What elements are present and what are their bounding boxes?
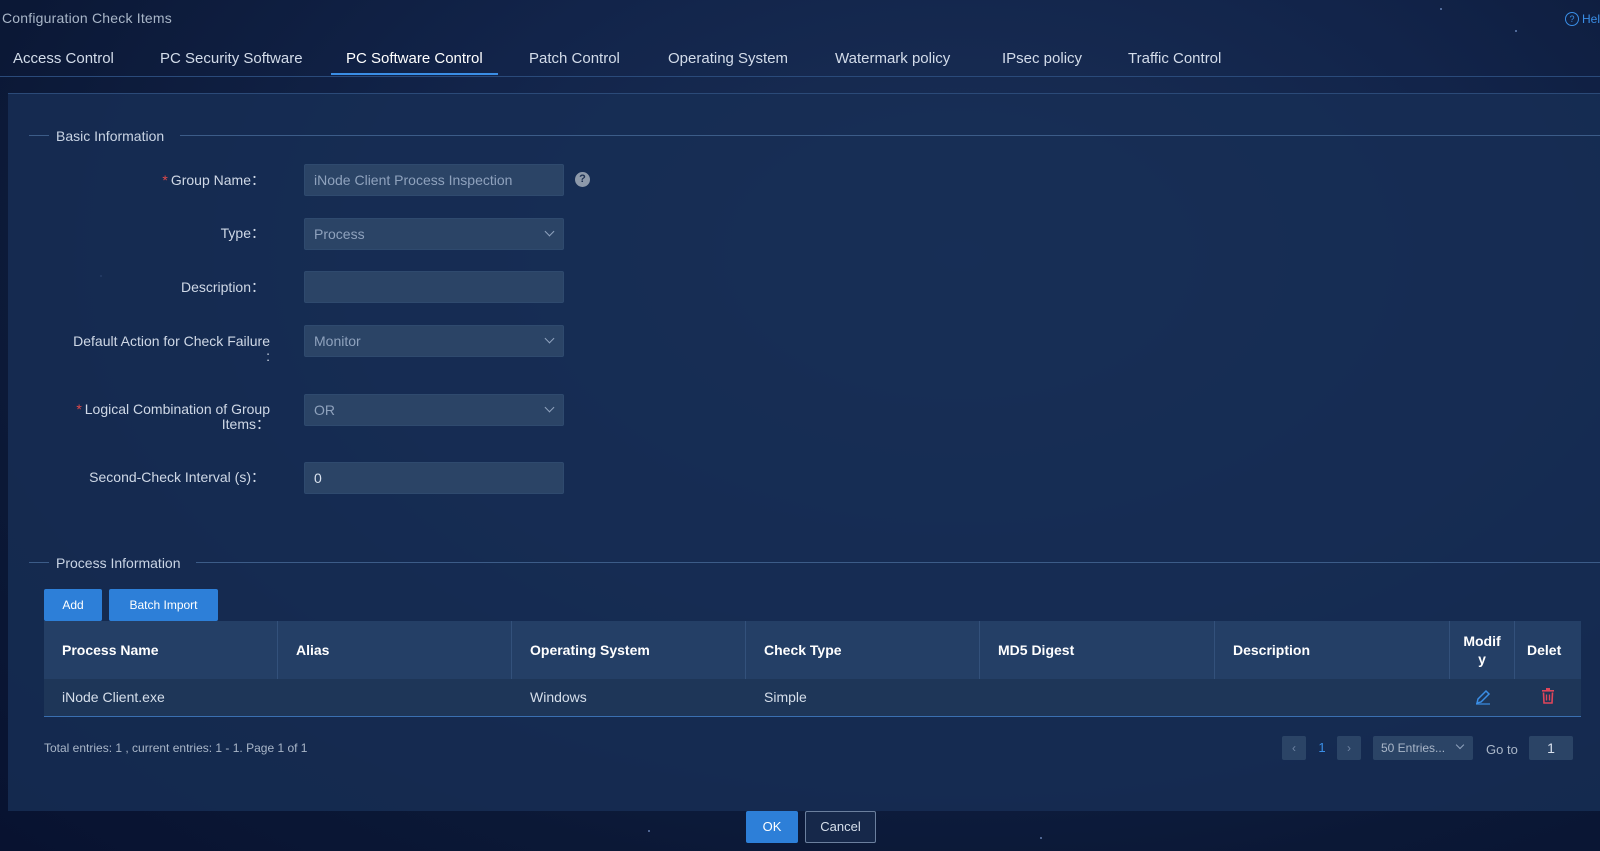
type-select[interactable]: Process — [304, 218, 564, 250]
label-colon: ： — [256, 416, 270, 432]
second-check-input[interactable]: 0 — [304, 462, 564, 494]
section-divider — [29, 562, 49, 563]
chevron-down-icon — [1455, 740, 1465, 750]
batch-import-button[interactable]: Batch Import — [109, 589, 218, 621]
cell-operating-system: Windows — [530, 689, 587, 705]
tab-bar: Access Control PC Security Software PC S… — [0, 40, 1600, 77]
section-title-process-information: Process Information — [56, 555, 181, 571]
label-colon: ： — [251, 279, 265, 295]
column-header-alias[interactable]: Alias — [278, 621, 512, 679]
description-label: Description： — [40, 280, 265, 295]
column-header-modify[interactable]: Modif y — [1450, 621, 1515, 679]
label-colon: ： — [251, 172, 265, 188]
column-header-check-type[interactable]: Check Type — [746, 621, 980, 679]
trash-icon-svg — [1542, 688, 1554, 704]
background-star — [1440, 8, 1442, 10]
column-header-process-name[interactable]: Process Name — [44, 621, 278, 679]
default-action-label-line1: Default Action for Check Failure — [73, 333, 270, 349]
default-action-select-value: Monitor — [314, 333, 361, 349]
default-action-select[interactable]: Monitor — [304, 325, 564, 357]
label-colon: ： — [251, 469, 265, 485]
logical-combination-select-value: OR — [314, 402, 335, 418]
default-action-label: Default Action for Check Failure: — [45, 334, 270, 364]
cell-check-type: Simple — [764, 689, 807, 705]
question-circle-icon: ? — [1565, 12, 1579, 26]
type-select-value: Process — [314, 226, 365, 242]
section-title-basic-information: Basic Information — [56, 128, 165, 144]
group-name-label-text: Group Name — [170, 172, 251, 188]
description-label-text: Description — [180, 279, 251, 295]
description-input[interactable] — [304, 271, 564, 303]
cell-process-name: iNode Client.exe — [62, 689, 165, 705]
tab-ipsec-policy[interactable]: IPsec policy — [1002, 50, 1082, 67]
column-header-md5-digest[interactable]: MD5 Digest — [980, 621, 1215, 679]
logical-combination-label-line2: Items — [221, 416, 256, 432]
column-header-operating-system[interactable]: Operating System — [512, 621, 746, 679]
chevron-down-icon — [544, 226, 555, 237]
pencil-icon[interactable] — [1475, 689, 1491, 710]
section-divider — [29, 135, 49, 136]
tab-patch-control[interactable]: Patch Control — [529, 50, 620, 67]
background-star — [1515, 30, 1517, 32]
tab-watermark-policy[interactable]: Watermark policy — [835, 50, 950, 67]
chevron-down-icon — [544, 402, 555, 413]
goto-label: Go to — [1486, 742, 1518, 757]
question-icon[interactable]: ? — [575, 172, 590, 187]
default-action-label-line2: : — [266, 348, 270, 364]
pagination-summary: Total entries: 1 , current entries: 1 - … — [44, 741, 308, 755]
table-row: iNode Client.exe Windows Simple — [44, 679, 1581, 717]
logical-combination-select[interactable]: OR — [304, 394, 564, 426]
page-number-current[interactable]: 1 — [1313, 736, 1331, 760]
chevron-left-icon[interactable]: ‹ — [1282, 736, 1306, 760]
tab-traffic-control[interactable]: Traffic Control — [1128, 50, 1221, 67]
label-colon: ： — [251, 225, 265, 241]
chevron-right-icon[interactable]: › — [1337, 736, 1361, 760]
background-star — [648, 830, 650, 832]
section-divider — [196, 562, 1600, 563]
cancel-button[interactable]: Cancel — [805, 811, 876, 843]
trash-icon[interactable] — [1541, 688, 1555, 709]
cell-md5-digest — [980, 679, 1215, 716]
tab-access-control[interactable]: Access Control — [13, 50, 114, 67]
chevron-down-icon — [544, 333, 555, 344]
help-label: Hel — [1582, 12, 1600, 26]
goto-page-input[interactable]: 1 — [1529, 736, 1573, 760]
cell-description — [1215, 679, 1450, 716]
pencil-icon-svg — [1475, 689, 1491, 705]
cell-alias — [278, 679, 512, 716]
type-label-text: Type — [220, 225, 251, 241]
tab-operating-system[interactable]: Operating System — [668, 50, 788, 67]
active-tab-indicator — [331, 73, 498, 75]
logical-combination-label-line1: Logical Combination of Group — [84, 401, 270, 417]
page-size-select[interactable]: 50 Entries... — [1373, 736, 1473, 760]
section-divider — [180, 135, 1600, 136]
second-check-label-text: Second-Check Interval (s) — [89, 469, 251, 485]
type-label: Type： — [40, 226, 265, 241]
help-link[interactable]: ? Hel — [1565, 12, 1600, 26]
required-asterisk: * — [162, 172, 168, 188]
group-name-input[interactable]: iNode Client Process Inspection — [304, 164, 564, 196]
add-button[interactable]: Add — [44, 589, 102, 621]
column-header-description[interactable]: Description — [1215, 621, 1450, 679]
table-header-row: Process Name Alias Operating System Chec… — [44, 621, 1581, 679]
page-title: Configuration Check Items — [2, 10, 172, 26]
ok-button[interactable]: OK — [746, 811, 798, 843]
modify-header-line2: y — [1478, 651, 1486, 667]
column-header-delete[interactable]: Delet — [1515, 621, 1581, 679]
required-asterisk: * — [76, 401, 82, 417]
logical-combination-label: * Logical Combination of Group Items： — [45, 402, 270, 432]
group-name-label: * Group Name： — [40, 173, 265, 188]
second-check-label: Second-Check Interval (s)： — [40, 470, 265, 485]
page-size-value: 50 Entries... — [1381, 741, 1446, 755]
background-star — [1040, 837, 1042, 839]
tab-pc-security-software[interactable]: PC Security Software — [160, 50, 303, 67]
tab-pc-software-control[interactable]: PC Software Control — [346, 50, 483, 67]
modify-header-line1: Modif — [1463, 633, 1501, 649]
